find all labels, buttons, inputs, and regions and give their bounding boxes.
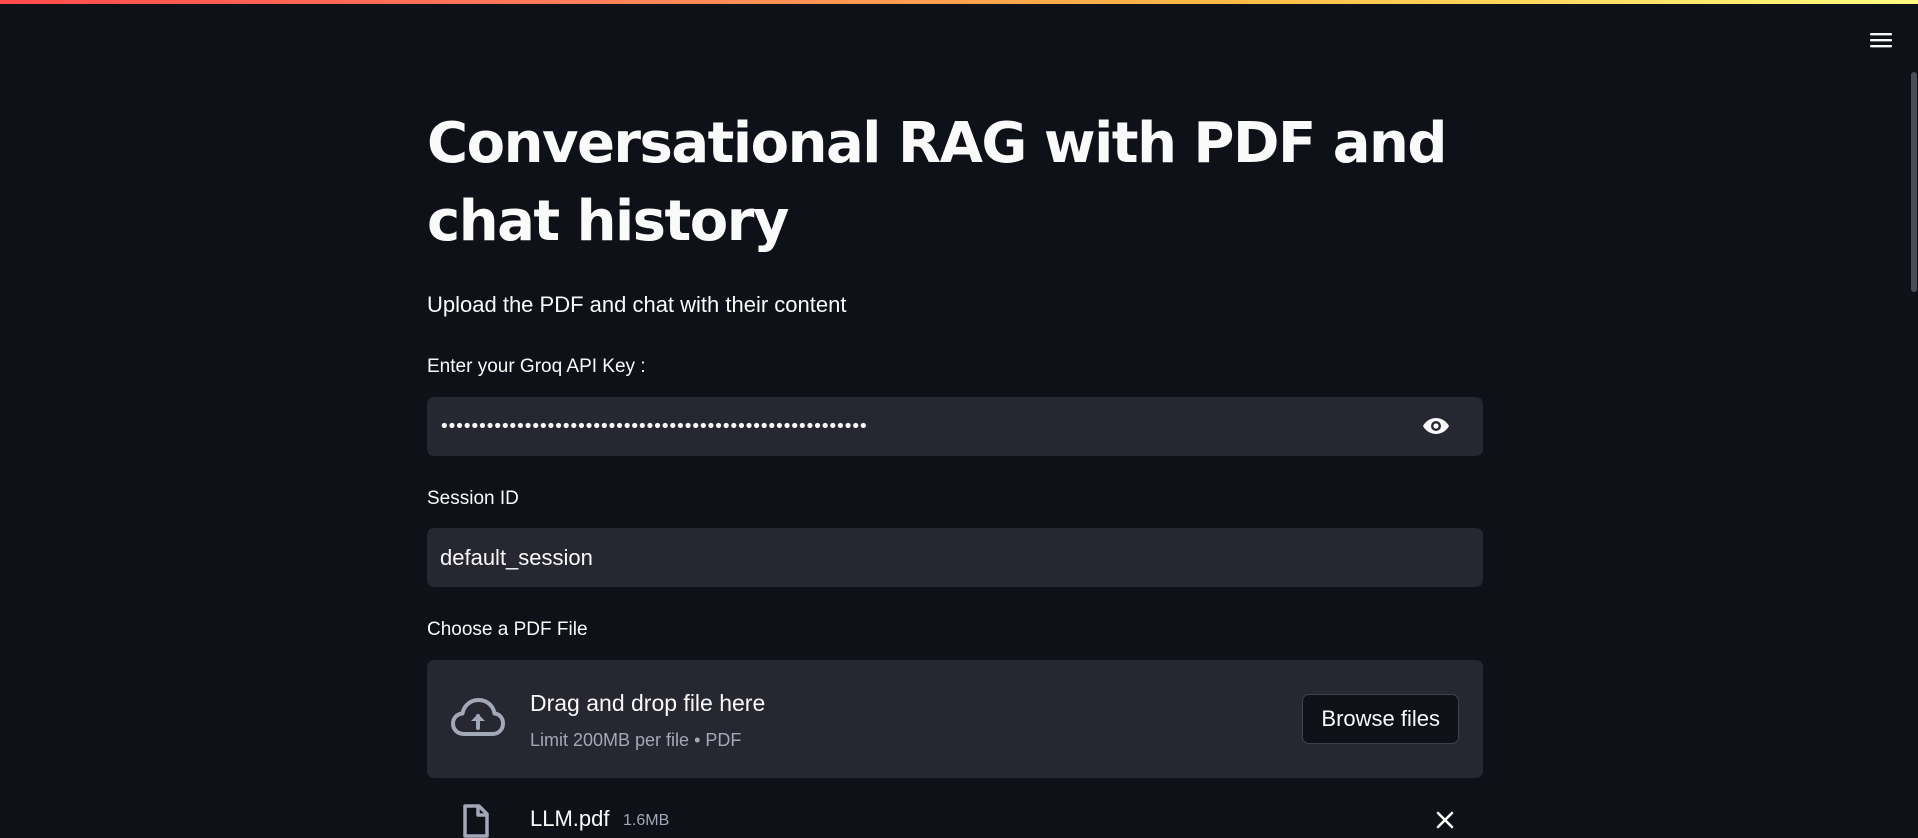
session-id-label: Session ID: [427, 488, 519, 509]
page-subtitle: Upload the PDF and chat with their conte…: [427, 292, 847, 317]
file-icon: [463, 804, 489, 838]
page-scrollbar-thumb[interactable]: [1911, 72, 1917, 292]
close-icon[interactable]: [1433, 808, 1457, 832]
cloud-upload-icon: [451, 698, 505, 736]
main-menu-button[interactable]: [1866, 26, 1896, 54]
browse-files-button[interactable]: Browse files: [1302, 694, 1459, 744]
dropzone-limit-text: Limit 200MB per file • PDF: [530, 730, 742, 750]
page-title: Conversational RAG with PDF and chat his…: [427, 111, 1447, 254]
pdf-uploader-label: Choose a PDF File: [427, 619, 588, 640]
eye-icon[interactable]: [1421, 413, 1451, 439]
top-decoration-bar: [0, 0, 1918, 4]
api-key-label: Enter your Groq API Key :: [427, 356, 646, 377]
uploaded-file-size: 1.6MB: [623, 812, 670, 829]
pdf-dropzone[interactable]: Drag and drop file here Limit 200MB per …: [427, 660, 1483, 778]
api-key-field[interactable]: ••••••••••••••••••••••••••••••••••••••••…: [427, 397, 1483, 456]
uploaded-file-row: LLM.pdf 1.6MB: [427, 798, 1483, 838]
hamburger-menu-icon: [1870, 33, 1892, 48]
session-id-input[interactable]: [440, 528, 1460, 587]
api-key-masked-value[interactable]: ••••••••••••••••••••••••••••••••••••••••…: [439, 397, 869, 456]
uploaded-file-name: LLM.pdf: [530, 806, 610, 831]
session-id-field[interactable]: [427, 528, 1483, 587]
dropzone-title: Drag and drop file here: [530, 690, 766, 716]
